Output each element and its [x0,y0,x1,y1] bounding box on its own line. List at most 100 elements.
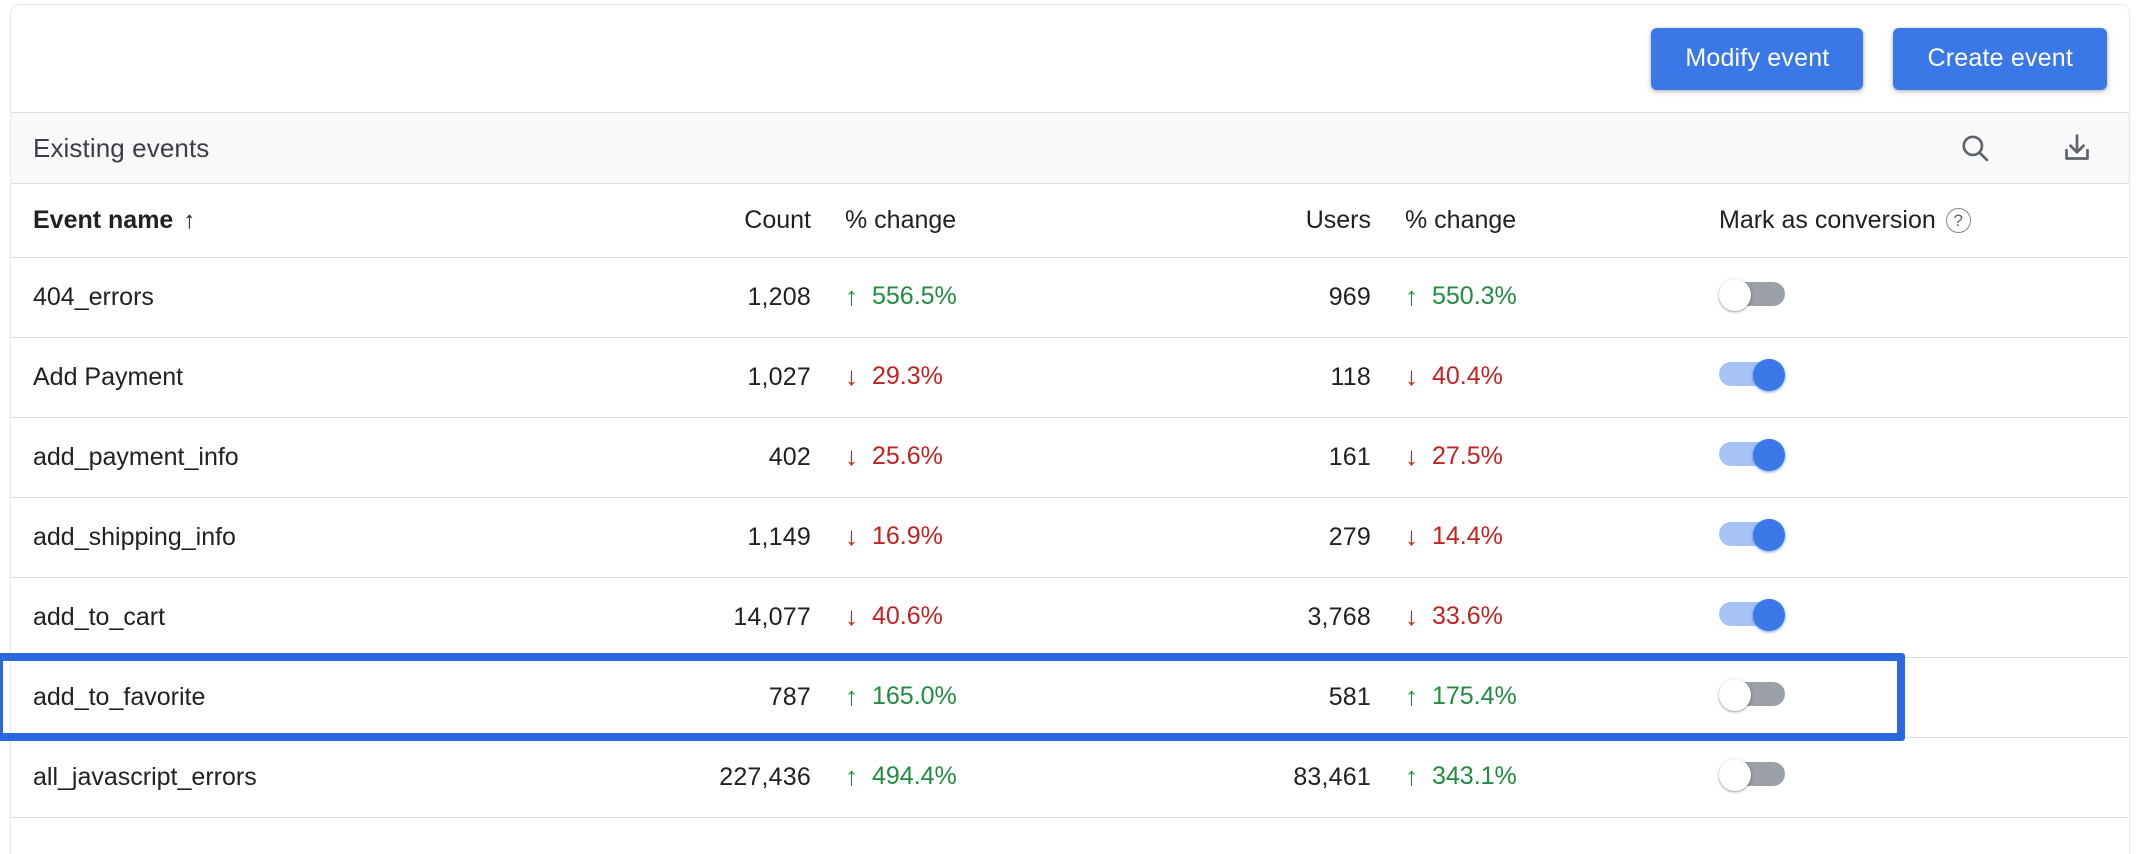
count-change-cell: ↓ 16.9% [811,497,1141,577]
arrow-up-icon: ↑ [1405,681,1418,712]
event-count-cell: 227,436 [719,762,811,791]
users-change-cell: ↑ 175.4% [1371,657,1701,737]
section-title: Existing events [33,132,210,163]
table-row[interactable]: 404_errors 1,208 ↑ 556.5% 969 ↑ 550.3% [11,257,2129,337]
mark-as-conversion-toggle[interactable] [1719,438,1785,471]
event-count-cell: 1,208 [747,282,811,311]
mark-as-conversion-toggle[interactable] [1719,358,1785,391]
column-header-event-name-label: Event name [33,205,174,234]
toggle-knob [1753,438,1785,471]
count-change-value: ↓ 29.3% [845,362,943,391]
count-change-cell: ↑ 556.5% [811,257,1141,337]
count-change-cell: ↓ 29.3% [811,337,1141,417]
mark-as-conversion-toggle[interactable] [1719,518,1785,551]
sort-ascending-icon[interactable]: ↑ [183,207,195,235]
event-name-cell: add_payment_info [33,442,239,471]
toggle-knob [1753,598,1785,631]
mark-as-conversion-cell [1701,497,2129,577]
mark-as-conversion-toggle[interactable] [1719,678,1785,711]
column-header-count-change[interactable]: % change [811,184,1141,257]
event-users-cell: 581 [1328,682,1371,711]
table-row[interactable]: Add Payment 1,027 ↓ 29.3% 118 ↓ 40.4% [11,337,2129,417]
arrow-down-icon: ↓ [845,601,858,632]
mark-as-conversion-cell [1701,257,2129,337]
count-change-value: ↓ 25.6% [845,442,943,471]
users-change-value: ↓ 33.6% [1405,602,1503,631]
create-event-button[interactable]: Create event [1893,27,2107,90]
arrow-up-icon: ↑ [1405,761,1418,792]
table-row[interactable]: add_to_cart 14,077 ↓ 40.6% 3,768 ↓ 33.6% [11,577,2129,657]
mark-as-conversion-toggle[interactable] [1719,758,1785,791]
users-change-value: ↑ 343.1% [1405,762,1517,791]
mark-as-conversion-cell [1701,417,2129,497]
users-change-text: 40.4% [1432,361,1503,390]
users-change-cell: ↓ 33.6% [1371,577,1701,657]
column-header-users[interactable]: Users [1141,184,1371,257]
arrow-down-icon: ↓ [845,441,858,472]
toggle-knob [1719,278,1751,311]
table-row[interactable]: all_javascript_errors 227,436 ↑ 494.4% 83,46… [11,737,2129,817]
count-change-text: 25.6% [872,441,943,470]
mark-as-conversion-cell [1701,737,2129,817]
column-header-mark-as-conversion: Mark as conversion ? [1701,184,2129,257]
event-name-cell: 404_errors [33,282,154,311]
event-users-cell: 969 [1328,282,1371,311]
arrow-down-icon: ↓ [845,521,858,552]
top-action-bar: Modify event Create event [11,5,2129,112]
users-change-value: ↑ 550.3% [1405,282,1517,311]
column-header-count[interactable]: Count [571,184,811,257]
arrow-down-icon: ↓ [1405,521,1418,552]
event-count-cell: 1,149 [747,522,811,551]
count-change-cell: ↑ 165.0% [811,657,1141,737]
users-change-text: 27.5% [1432,441,1503,470]
users-change-text: 14.4% [1432,521,1503,550]
count-change-value: ↑ 556.5% [845,282,957,311]
users-change-cell: ↑ 550.3% [1371,257,1701,337]
users-change-cell: ↓ 14.4% [1371,497,1701,577]
event-users-cell: 83,461 [1293,762,1371,791]
users-change-cell: ↓ 40.4% [1371,337,1701,417]
count-change-cell: ↓ 25.6% [811,417,1141,497]
help-icon[interactable]: ? [1945,207,1971,233]
table-body: 404_errors 1,208 ↑ 556.5% 969 ↑ 550.3% Add Paym… [11,257,2129,817]
users-change-value: ↑ 175.4% [1405,682,1517,711]
table-row[interactable]: add_payment_info 402 ↓ 25.6% 161 ↓ 27.5% [11,417,2129,497]
count-change-cell: ↓ 40.6% [811,577,1141,657]
users-change-text: 33.6% [1432,601,1503,630]
mark-as-conversion-cell [1701,337,2129,417]
arrow-up-icon: ↑ [845,281,858,312]
column-header-event-name[interactable]: Event name ↑ [11,184,571,257]
count-change-value: ↑ 165.0% [845,682,957,711]
mark-as-conversion-toggle[interactable] [1719,278,1785,311]
event-name-cell: add_to_favorite [33,682,206,711]
count-change-text: 556.5% [872,281,957,310]
table-header-row: Event name ↑ Count % change Users % chang… [11,184,2129,257]
event-name-cell: add_to_cart [33,602,166,631]
events-card: Modify event Create event Existing event… [10,4,2130,854]
event-count-cell: 787 [768,682,811,711]
table-row[interactable]: add_to_favorite 787 ↑ 165.0% 581 ↑ 175.4% [11,657,2129,737]
users-change-text: 343.1% [1432,761,1517,790]
table-row[interactable]: add_shipping_info 1,149 ↓ 16.9% 279 ↓ 14.4% [11,497,2129,577]
count-change-value: ↓ 16.9% [845,522,943,551]
page-root: Modify event Create event Existing event… [0,0,2144,854]
count-change-text: 40.6% [872,601,943,630]
event-users-cell: 3,768 [1307,602,1371,631]
event-users-cell: 279 [1328,522,1371,551]
search-icon[interactable] [1953,126,1997,170]
event-count-cell: 1,027 [747,362,811,391]
mark-as-conversion-toggle[interactable] [1719,598,1785,631]
users-change-value: ↓ 27.5% [1405,442,1503,471]
event-users-cell: 161 [1328,442,1371,471]
arrow-down-icon: ↓ [1405,361,1418,392]
download-icon[interactable] [2055,126,2099,170]
event-count-cell: 402 [768,442,811,471]
event-name-cell: all_javascript_errors [33,762,257,791]
column-header-users-change[interactable]: % change [1371,184,1701,257]
count-change-cell: ↑ 494.4% [811,737,1141,817]
count-change-text: 165.0% [872,681,957,710]
modify-event-button[interactable]: Modify event [1651,27,1864,90]
count-change-value: ↑ 494.4% [845,762,957,791]
arrow-down-icon: ↓ [1405,601,1418,632]
section-actions [1953,113,2099,183]
